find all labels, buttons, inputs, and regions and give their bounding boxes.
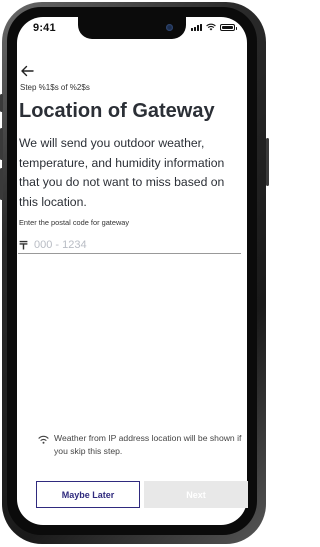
step-indicator: Step %1$s of %2$s (20, 83, 90, 92)
postal-mark-icon: 〒 (18, 239, 29, 252)
cellular-signal-icon (191, 23, 202, 31)
skip-hint-text: Weather from IP address location will be… (54, 433, 242, 456)
side-button-silent (0, 94, 3, 112)
battery-icon (220, 23, 237, 31)
postal-code-input[interactable] (34, 238, 224, 251)
side-button-power (266, 138, 269, 186)
notch (78, 17, 186, 39)
description-text: We will send you outdoor weather, temper… (19, 136, 225, 209)
canvas: 9:41 Step %1$s of %2$s Location of Gatew… (0, 0, 269, 547)
side-button-volume-up (0, 128, 3, 160)
status-time: 9:41 (33, 22, 56, 34)
wifi-icon (38, 435, 49, 444)
status-icons (191, 23, 237, 31)
back-arrow-icon[interactable] (20, 64, 34, 78)
next-button[interactable]: Next (144, 481, 248, 508)
postal-code-label: Enter the postal code for gateway (19, 218, 130, 227)
camera-icon (166, 24, 173, 31)
wifi-status-icon (206, 23, 216, 31)
maybe-later-button[interactable]: Maybe Later (36, 481, 140, 508)
page-title: Location of Gateway (19, 100, 215, 122)
postal-code-field[interactable]: 〒 (18, 236, 241, 254)
side-button-volume-down (0, 168, 3, 200)
